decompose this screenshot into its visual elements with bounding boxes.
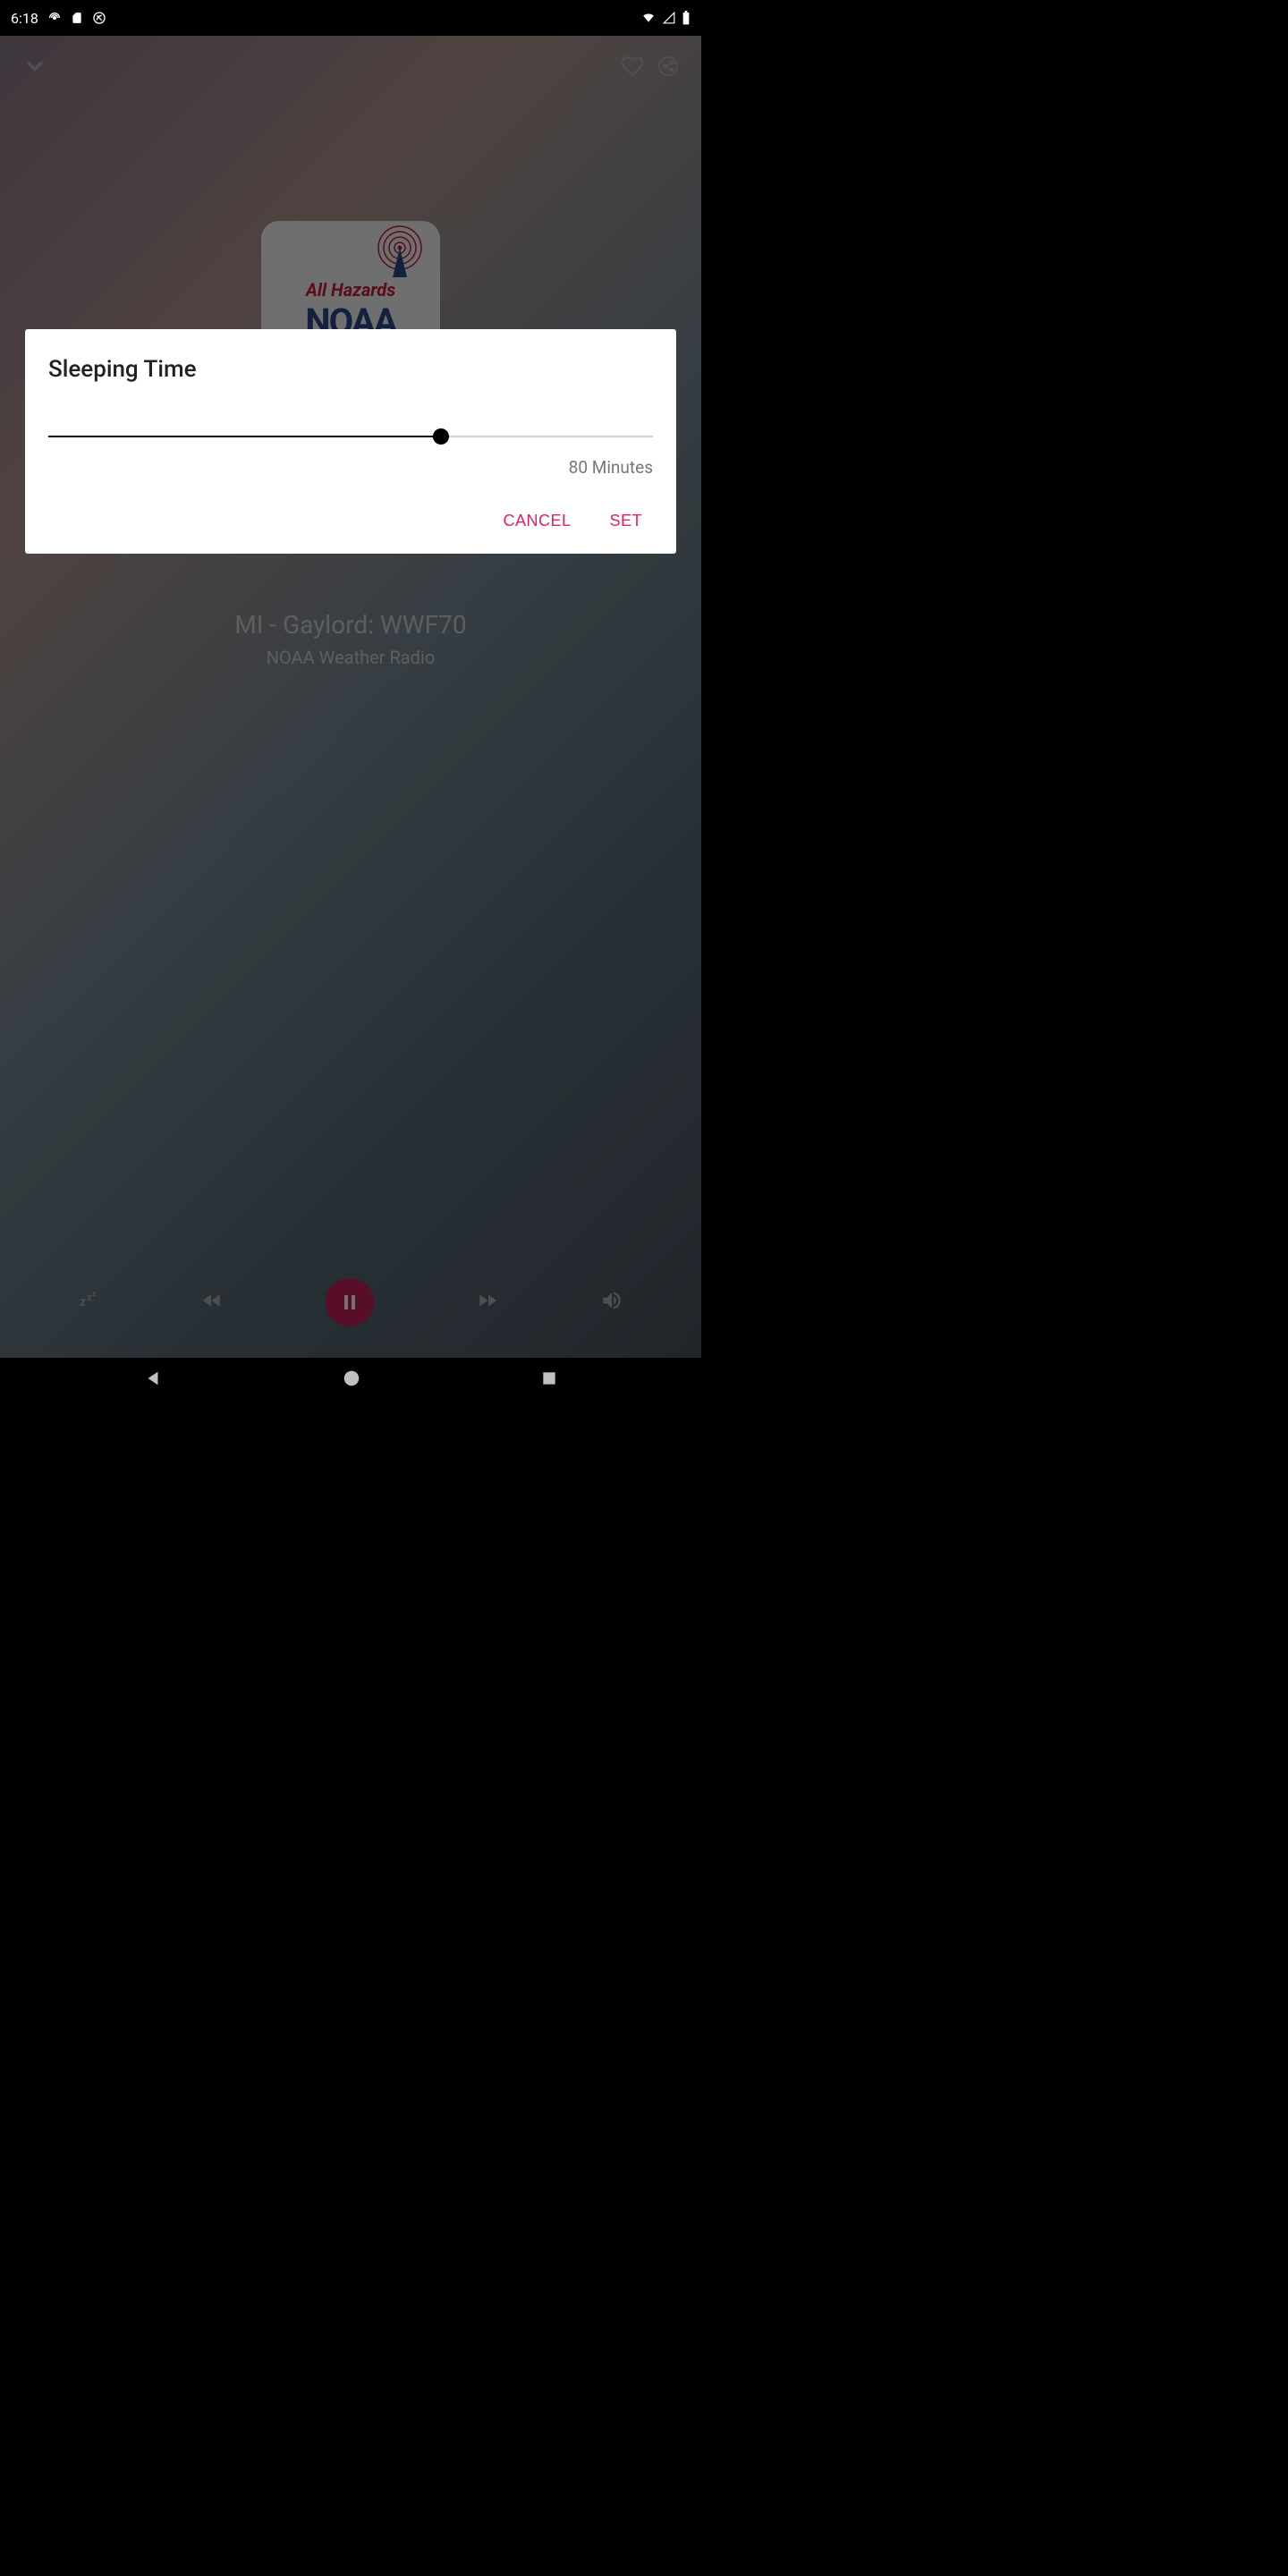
slider-fill (48, 436, 441, 437)
signal-icon (662, 12, 676, 24)
status-left: 6:18 (11, 10, 106, 27)
nav-recent-icon[interactable] (540, 1369, 558, 1391)
wifi-icon (640, 12, 657, 24)
broadcast-icon (47, 11, 62, 25)
status-bar: 6:18 (0, 0, 701, 36)
nav-back-icon[interactable] (143, 1368, 163, 1392)
cancel-button[interactable]: CANCEL (499, 504, 574, 538)
slider-thumb[interactable] (433, 428, 449, 445)
battery-icon (682, 11, 691, 25)
dialog-title: Sleeping Time (48, 356, 653, 383)
app-content: All Hazards NOAA MI - Gaylord: WWF70 NOA… (0, 36, 701, 1358)
dialog-overlay[interactable] (0, 36, 701, 1358)
duration-slider[interactable] (48, 423, 653, 450)
sd-card-icon (71, 11, 83, 25)
slider-value-label: 80 Minutes (48, 457, 653, 478)
nav-home-icon[interactable] (342, 1368, 361, 1392)
sleeping-time-dialog: Sleeping Time 80 Minutes CANCEL SET (25, 329, 676, 554)
nav-bar (0, 1358, 701, 1402)
status-right (640, 11, 691, 25)
no-sync-icon (92, 11, 106, 25)
set-button[interactable]: SET (606, 504, 646, 538)
status-time: 6:18 (11, 10, 38, 27)
dialog-buttons: CANCEL SET (48, 504, 653, 538)
